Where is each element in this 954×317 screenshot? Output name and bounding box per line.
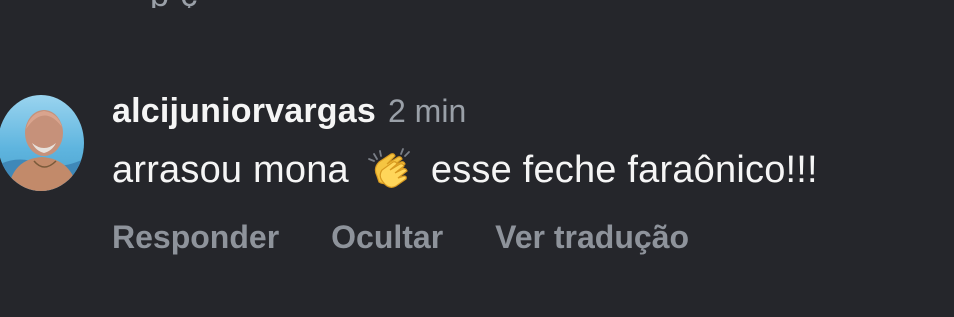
comment-actions: Responder Ocultar Ver tradução: [112, 219, 689, 256]
username[interactable]: alcijuniorvargas: [112, 92, 376, 131]
translate-button[interactable]: Ver tradução: [495, 219, 689, 256]
comment-item: alcijuniorvargas 2 min arrasou mona esse…: [0, 0, 954, 317]
timestamp: 2 min: [387, 93, 467, 129]
comment-text: arrasou mona esse feche faraônico!!!: [112, 146, 818, 194]
avatar-image: [0, 95, 84, 191]
comment-header: alcijuniorvargas 2 min: [112, 92, 466, 131]
comment-text-part-1: arrasou mona: [112, 148, 349, 191]
clapping-hands-icon: [365, 146, 413, 194]
avatar[interactable]: [0, 95, 84, 191]
reply-button[interactable]: Responder: [112, 219, 279, 256]
comment-text-part-2: esse feche faraônico!!!: [430, 148, 818, 191]
hide-button[interactable]: Ocultar: [331, 219, 443, 256]
